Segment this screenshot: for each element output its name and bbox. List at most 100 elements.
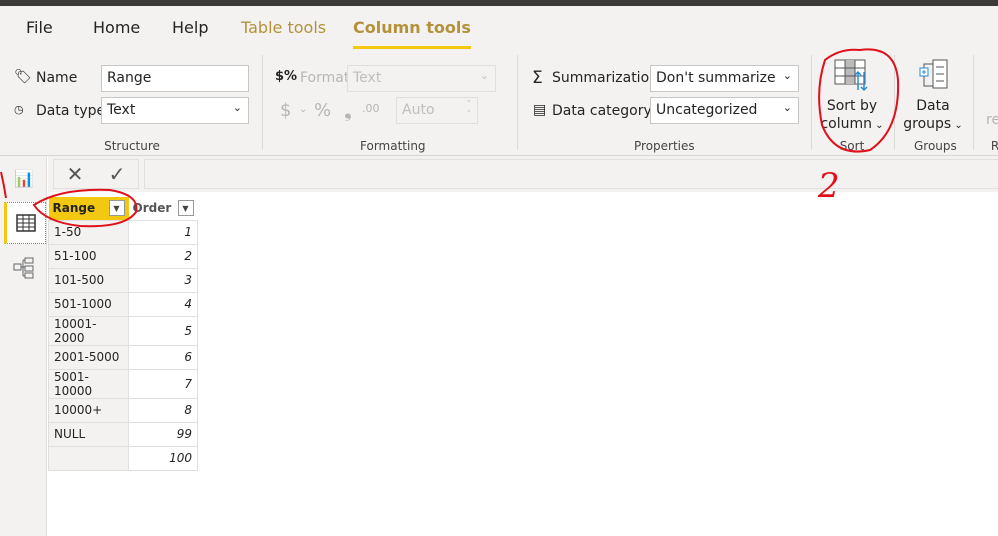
filter-dropdown-icon[interactable]: ▼ xyxy=(108,200,125,216)
formula-input[interactable] xyxy=(144,159,998,189)
data-category-value: Uncategorized xyxy=(656,102,758,118)
tab-table-tools[interactable]: Table tools xyxy=(241,18,326,37)
decimal-icon[interactable]: .00 xyxy=(362,102,380,115)
datatype-value: Text xyxy=(107,102,136,118)
order-cell[interactable]: 99 xyxy=(128,421,198,447)
data-table: Range ▼ Order ▼ 1-50 1 51-100 2 101-500 3 501-10… xyxy=(48,197,198,471)
tab-help[interactable]: Help xyxy=(172,18,208,37)
column-header-range[interactable]: Range ▼ xyxy=(48,197,129,220)
data-groups-button[interactable]: Data groups ⌄ xyxy=(900,58,966,135)
view-sidebar: 📊 xyxy=(0,156,47,536)
chevron-down-icon: ⌄ xyxy=(871,120,884,131)
data-grid-area: Range ▼ Order ▼ 1-50 1 51-100 2 101-500 3 501-10… xyxy=(48,192,998,536)
group-sort: Sort xyxy=(839,139,865,153)
decimals-stepper[interactable]: Auto ˄ ˅ xyxy=(396,97,478,124)
sort-label-2: column xyxy=(820,116,872,132)
formula-buttons: ✕ ✓ xyxy=(53,159,139,189)
table-icon xyxy=(16,214,36,232)
divider xyxy=(894,55,895,150)
table-row: 1-50 1 xyxy=(48,219,198,245)
range-cell[interactable]: 5001-10000 xyxy=(48,368,129,399)
divider xyxy=(262,55,263,150)
range-cell[interactable] xyxy=(48,445,129,471)
chevron-down-icon: ⌄ xyxy=(782,101,792,114)
bar-chart-icon: 📊 xyxy=(14,168,34,188)
range-cell[interactable]: 2001-5000 xyxy=(48,344,129,370)
order-cell[interactable]: 7 xyxy=(128,368,198,399)
chevron-down-icon: ⌄ xyxy=(782,69,792,82)
sort-label-1: Sort by xyxy=(826,98,878,114)
chevron-down-icon: ⌄ xyxy=(479,69,489,82)
group-structure: Structure xyxy=(104,139,160,153)
name-label: Name xyxy=(36,70,78,86)
range-cell[interactable]: 1-50 xyxy=(48,219,129,245)
group-groups: Groups xyxy=(914,139,957,153)
sort-by-column-button[interactable]: Sort by column ⌄ xyxy=(818,58,886,135)
header-label: Range xyxy=(52,201,96,216)
table-row: 5001-10000 7 xyxy=(48,368,198,399)
percent-button[interactable]: % xyxy=(314,100,331,121)
table-row: 51-100 2 xyxy=(48,243,198,269)
sigma-icon: Σ xyxy=(532,68,543,88)
format-value: Text xyxy=(353,70,382,86)
column-header-order[interactable]: Order ▼ xyxy=(128,197,198,220)
model-view-button[interactable] xyxy=(6,250,42,286)
comma-button[interactable]: ❟ xyxy=(344,98,352,122)
order-cell[interactable]: 100 xyxy=(128,445,198,471)
divider xyxy=(973,55,974,150)
formula-bar: ✕ ✓ xyxy=(48,156,998,192)
table-row: 2001-5000 6 xyxy=(48,344,198,370)
report-view-button[interactable]: 📊 xyxy=(6,160,42,196)
chevron-down-icon[interactable]: ⌄ xyxy=(299,104,307,115)
format-label: Format xyxy=(300,70,350,86)
order-cell[interactable]: 1 xyxy=(128,219,198,245)
order-cell[interactable]: 3 xyxy=(128,267,198,293)
ribbon: 🏷 Name Range ◷ Data type Text ⌄ Structure… xyxy=(0,50,998,156)
range-cell[interactable]: NULL xyxy=(48,421,129,447)
summarization-label: Summarization xyxy=(552,70,659,86)
range-cell[interactable]: 51-100 xyxy=(48,243,129,269)
filter-dropdown-icon[interactable]: ▼ xyxy=(177,200,194,216)
order-cell[interactable]: 5 xyxy=(128,315,198,346)
name-input[interactable]: Range xyxy=(101,65,249,92)
chevron-down-icon: ⌄ xyxy=(951,120,963,131)
range-cell[interactable]: 101-500 xyxy=(48,267,129,293)
order-cell[interactable]: 8 xyxy=(128,397,198,423)
currency-button[interactable]: $ xyxy=(280,100,291,121)
tag-icon: 🏷 xyxy=(14,69,32,85)
divider xyxy=(517,55,518,150)
order-cell[interactable]: 6 xyxy=(128,344,198,370)
table-row: 501-1000 4 xyxy=(48,291,198,317)
commit-check-icon[interactable]: ✓ xyxy=(109,162,126,186)
order-cell[interactable]: 2 xyxy=(128,243,198,269)
summarization-dropdown[interactable]: Don't summarize ⌄ xyxy=(650,65,799,92)
decimals-value: Auto xyxy=(402,102,435,118)
group-cut-off: R xyxy=(990,139,998,153)
stepper-icon[interactable]: ˄ ˅ xyxy=(467,100,472,120)
data-view-button[interactable] xyxy=(4,202,46,244)
data-groups-label-1: Data xyxy=(916,98,950,114)
model-icon xyxy=(13,257,34,279)
table-row: 101-500 3 xyxy=(48,267,198,293)
range-cell[interactable]: 10000+ xyxy=(48,397,129,423)
format-icon: $% xyxy=(275,69,298,84)
chevron-down-icon: ⌄ xyxy=(232,101,242,114)
format-dropdown[interactable]: Text ⌄ xyxy=(347,65,496,92)
summarization-value: Don't summarize xyxy=(656,70,776,86)
data-category-label: Data category xyxy=(552,103,652,119)
datatype-label: Data type xyxy=(36,103,106,119)
cancel-icon[interactable]: ✕ xyxy=(67,162,84,186)
tab-file[interactable]: File xyxy=(26,18,53,37)
tab-column-tools[interactable]: Column tools xyxy=(353,18,471,49)
order-cell[interactable]: 4 xyxy=(128,291,198,317)
sort-table-icon xyxy=(834,59,868,92)
table-row: 10001-2000 5 xyxy=(48,315,198,346)
range-cell[interactable]: 501-1000 xyxy=(48,291,129,317)
range-cell[interactable]: 10001-2000 xyxy=(48,315,129,346)
tab-home[interactable]: Home xyxy=(93,18,140,37)
datatype-icon: ◷ xyxy=(14,103,24,116)
data-category-dropdown[interactable]: Uncategorized ⌄ xyxy=(650,97,799,124)
datatype-dropdown[interactable]: Text ⌄ xyxy=(101,97,249,124)
cut-off-button[interactable]: re xyxy=(986,112,998,128)
data-groups-label-2: groups xyxy=(903,116,952,132)
